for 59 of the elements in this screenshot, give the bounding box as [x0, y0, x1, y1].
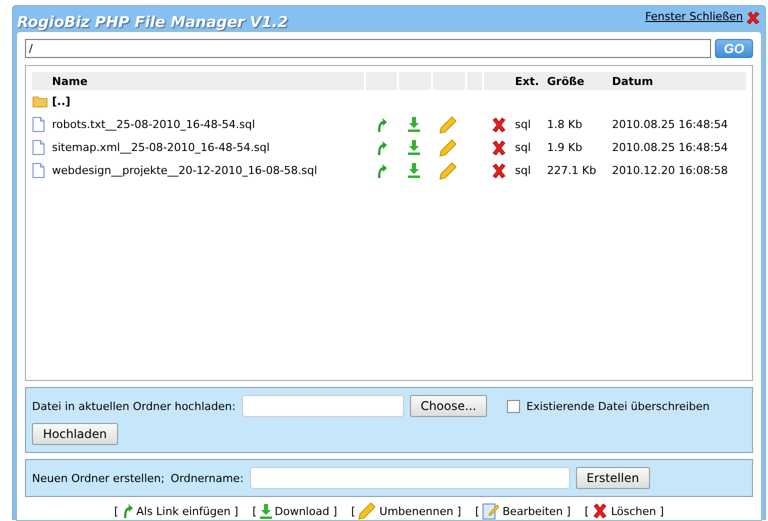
- pencil-icon: [358, 502, 376, 520]
- file-date: 2010.12.20 16:08:58: [612, 164, 729, 177]
- bracket: [: [252, 504, 257, 518]
- file-extension: sql: [515, 118, 532, 131]
- delete-icon[interactable]: [490, 140, 506, 156]
- legend-label: Download ]: [274, 504, 338, 518]
- column-header: Name: [52, 74, 89, 88]
- file-size: 227.1 Kb: [547, 164, 598, 177]
- file-name[interactable]: robots.txt__25-08-2010_16-48-54.sql: [52, 118, 364, 131]
- close-icon[interactable]: [745, 10, 761, 26]
- parent-folder-link[interactable]: [..]: [52, 95, 364, 108]
- create-button[interactable]: Erstellen: [576, 467, 650, 489]
- document-icon: [32, 163, 45, 178]
- delete-icon[interactable]: [490, 162, 506, 178]
- download-icon: [260, 504, 272, 518]
- column-header: Ext.: [515, 74, 540, 88]
- curved-arrow-icon: [121, 503, 134, 519]
- bracket: [: [584, 504, 589, 518]
- choose-button[interactable]: Choose...: [410, 395, 488, 417]
- document-icon: [32, 117, 45, 132]
- overwrite-checkbox[interactable]: [507, 400, 520, 412]
- window-title: RogioBiz PHP File Manager V1.2: [17, 13, 290, 31]
- file-name[interactable]: sitemap.xml__25-08-2010_16-48-54.sql: [52, 141, 364, 154]
- pencil-icon[interactable]: [439, 162, 457, 180]
- document-icon: [32, 140, 45, 155]
- pencil-icon[interactable]: [439, 138, 457, 156]
- pencil-icon[interactable]: [439, 116, 457, 134]
- overwrite-label: Existierende Datei überschreiben: [526, 400, 710, 412]
- legend-label: Bearbeiten ]: [502, 504, 571, 518]
- folder-icon: [32, 95, 48, 108]
- path-field[interactable]: /: [25, 39, 711, 58]
- download-icon[interactable]: [408, 117, 420, 132]
- column-header: Datum: [612, 74, 654, 88]
- upload-file-field[interactable]: [242, 395, 404, 417]
- bracket: [: [475, 504, 480, 518]
- download-icon[interactable]: [408, 163, 420, 178]
- file-date: 2010.08.25 16:48:54: [612, 141, 729, 154]
- new-folder-label: Neuen Ordner erstellen;: [32, 472, 165, 484]
- column-header: Größe: [547, 74, 586, 88]
- file-extension: sql: [515, 141, 532, 154]
- file-extension: sql: [515, 164, 532, 177]
- download-icon[interactable]: [408, 140, 420, 155]
- upload-button[interactable]: Hochladen: [32, 423, 118, 445]
- legend-label: Löschen ]: [610, 504, 664, 518]
- folder-name-label: Ordnername:: [170, 472, 244, 484]
- delete-icon: [592, 503, 608, 519]
- close-link[interactable]: Fenster Schließen: [645, 10, 743, 23]
- file-date: 2010.08.25 16:48:54: [612, 118, 729, 131]
- file-size: 1.8 Kb: [547, 118, 584, 131]
- file-size: 1.9 Kb: [547, 141, 584, 154]
- delete-icon[interactable]: [490, 116, 506, 132]
- file-name[interactable]: webdesign__projekte__20-12-2010_16-08-58.sql: [52, 164, 364, 177]
- legend-label: Umbenennen ]: [379, 504, 462, 518]
- bracket: [: [351, 504, 356, 518]
- upload-label: Datei in aktuellen Ordner hochladen:: [32, 400, 236, 412]
- folder-name-field[interactable]: [250, 467, 570, 489]
- bracket: [: [114, 504, 118, 518]
- legend-label: Als Link einfügen ]: [136, 504, 238, 518]
- notepad-pencil-icon: [482, 502, 500, 520]
